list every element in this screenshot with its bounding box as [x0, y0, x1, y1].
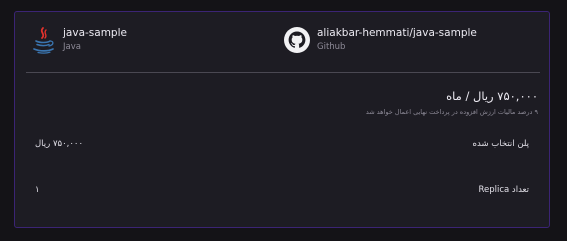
app-name: java-sample — [63, 27, 127, 39]
tax-note: ۹ درصد مالیات ارزش افزوده در پرداخت نهای… — [365, 108, 538, 116]
repository-info: aliakbar-hemmati/java-sample Github — [283, 25, 543, 55]
app-info: java-sample Java — [29, 25, 259, 55]
replica-count-value: ۱ — [35, 185, 40, 195]
selected-plan-value: ۷۵۰,۰۰۰ ریال — [35, 139, 84, 149]
app-language: Java — [63, 42, 81, 52]
selected-plan-label: پلن انتخاب شده — [472, 139, 529, 149]
replica-count-label: تعداد Replica — [478, 185, 529, 195]
github-icon — [283, 25, 311, 55]
monthly-price: ۷۵۰,۰۰۰ ریال / ماه — [446, 89, 538, 103]
java-icon — [29, 25, 57, 55]
section-divider — [26, 72, 540, 73]
repository-provider: Github — [317, 42, 346, 52]
repository-name: aliakbar-hemmati/java-sample — [317, 27, 477, 39]
deployment-summary-card: java-sample Java aliakbar-hemmati/java-s… — [14, 11, 550, 228]
